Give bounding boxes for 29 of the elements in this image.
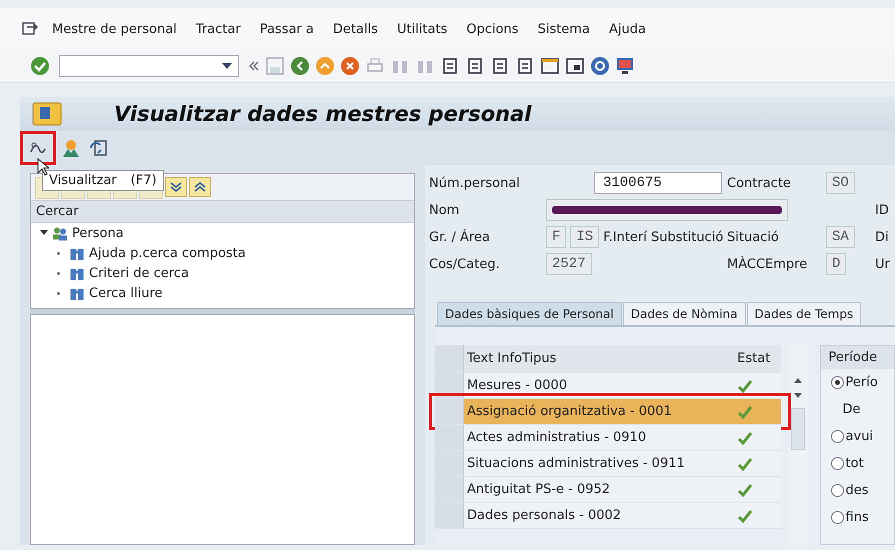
readonly-field: 2527: [546, 253, 592, 275]
column-header: Cercar: [31, 200, 414, 223]
field-label: Gr. / Área: [429, 228, 491, 246]
readonly-field: IS: [570, 226, 600, 248]
tooltip: Visualitzar (F7): [42, 170, 164, 191]
field-label: Di: [875, 230, 889, 244]
option-label: tot: [846, 456, 864, 471]
field-label: Nom: [429, 202, 460, 220]
field-label: MÀCCEmpre: [727, 256, 808, 272]
option-label: des: [846, 483, 869, 498]
group-title: Període: [820, 346, 894, 369]
field-label: Núm.personal: [429, 174, 521, 192]
readonly-field: F: [546, 226, 566, 248]
screen-title: Visualitzar dades mestres personal: [114, 102, 532, 126]
field-label: Contracte: [727, 176, 791, 190]
field-label: ID: [875, 202, 889, 218]
readonly-field: SO: [826, 172, 855, 194]
readonly-field: D: [826, 253, 846, 275]
column-header: Estat: [736, 351, 772, 366]
option-label: avui: [846, 429, 874, 444]
field-label: Ur: [875, 256, 890, 272]
field-label: Cos/Categ.: [429, 256, 501, 274]
option-label: fins: [846, 510, 869, 525]
field-label: Situació: [727, 230, 779, 244]
option-label: Perío: [846, 375, 878, 390]
readonly-field: SA: [826, 226, 855, 248]
field-label: De: [842, 402, 861, 417]
column-header: Text InfoTipus: [466, 351, 558, 366]
field-text: F.Interí Substitució: [603, 230, 724, 244]
